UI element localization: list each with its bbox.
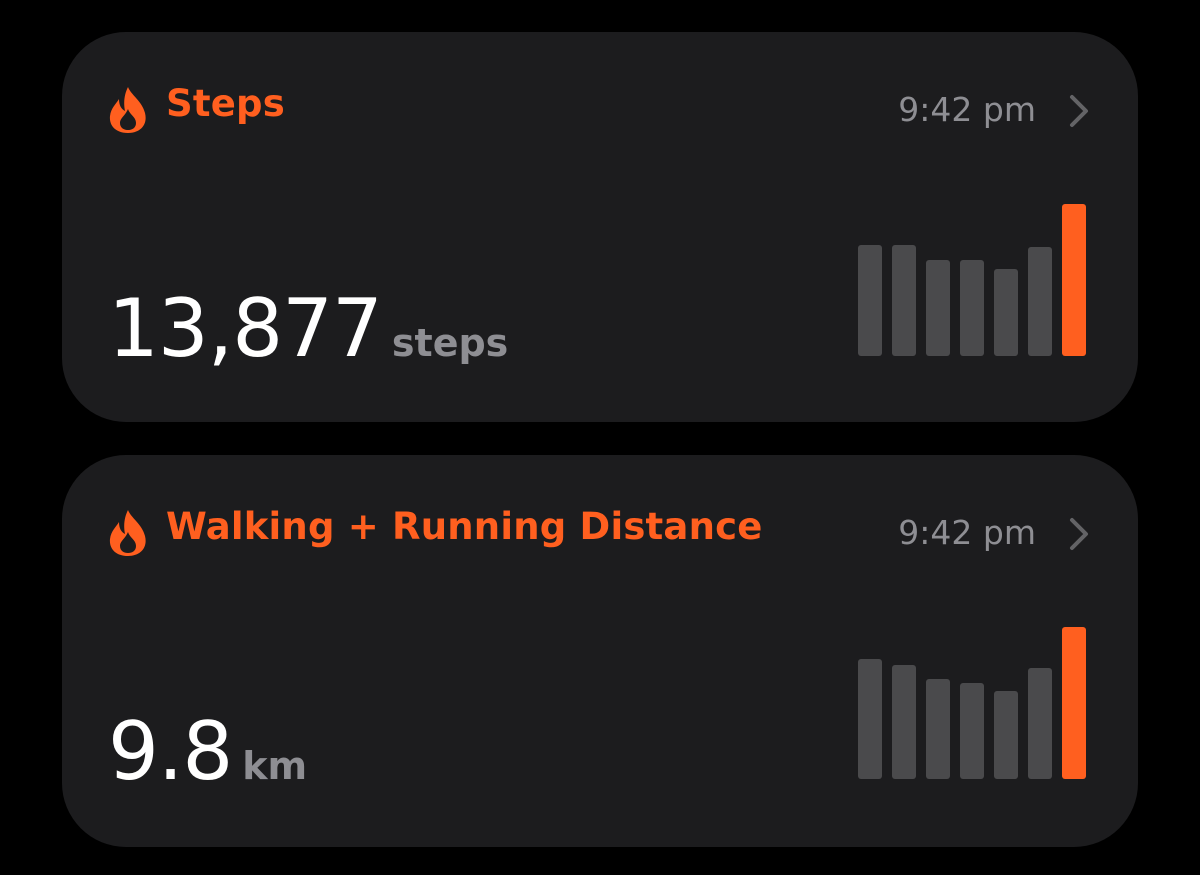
steps-card[interactable]: Steps 9:42 pm 13,877 steps: [62, 32, 1138, 422]
bar-day-2: [892, 665, 916, 779]
card-title: Walking + Running Distance: [166, 505, 763, 548]
bar-day-3: [926, 679, 950, 779]
steps-trend-chart: [858, 204, 1086, 356]
chevron-right-icon: [1070, 518, 1088, 550]
bar-today: [1062, 627, 1086, 779]
timestamp: 9:42 pm: [898, 90, 1036, 129]
steps-unit: steps: [391, 321, 509, 365]
bar-day-6: [1028, 247, 1052, 356]
steps-value: 13,877: [108, 282, 383, 375]
chevron-right-icon: [1070, 95, 1088, 127]
distance-card[interactable]: Walking + Running Distance 9:42 pm 9.8 km: [62, 455, 1138, 847]
distance-trend-chart: [858, 627, 1086, 779]
bar-day-4: [960, 683, 984, 779]
bar-day-6: [1028, 668, 1052, 779]
value-row: 13,877 steps: [108, 282, 508, 375]
timestamp: 9:42 pm: [898, 513, 1036, 552]
bar-day-5: [994, 269, 1018, 356]
bar-day-5: [994, 691, 1018, 779]
bar-today: [1062, 204, 1086, 356]
bar-day-1: [858, 659, 882, 779]
value-row: 9.8 km: [108, 705, 307, 798]
bar-day-1: [858, 245, 882, 356]
distance-value: 9.8: [108, 705, 233, 798]
distance-unit: km: [242, 744, 308, 788]
card-title: Steps: [166, 82, 285, 125]
flame-icon: [109, 87, 146, 133]
flame-icon: [109, 510, 146, 556]
bar-day-3: [926, 260, 950, 356]
bar-day-2: [892, 245, 916, 356]
bar-day-4: [960, 260, 984, 356]
